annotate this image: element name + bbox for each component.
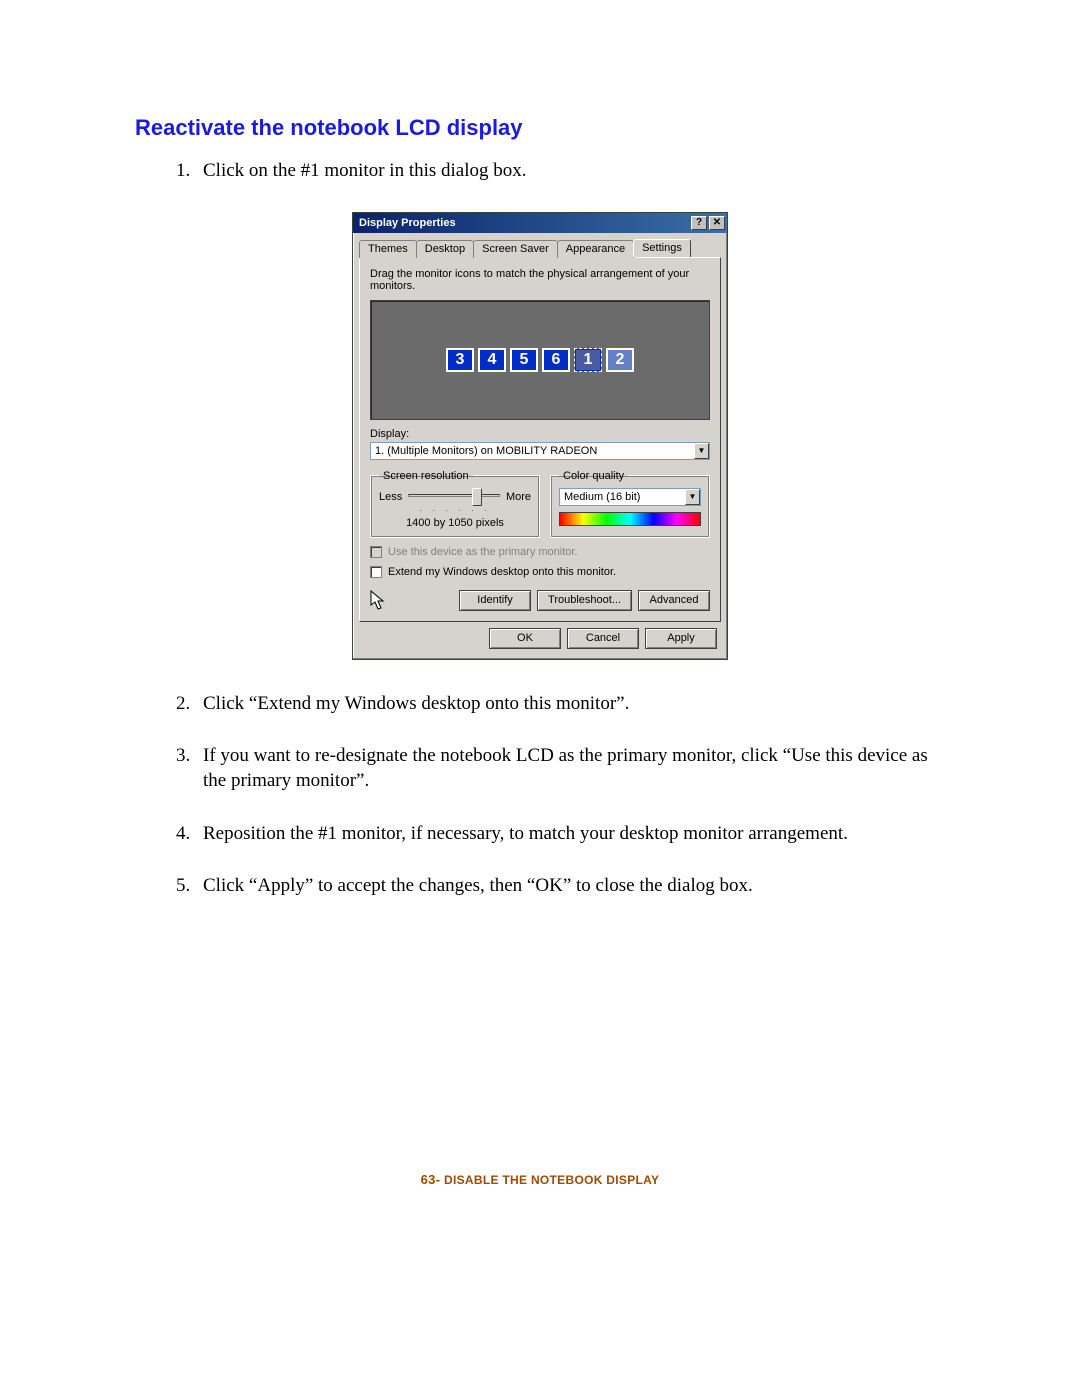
step-2: Click “Extend my Windows desktop onto th…	[195, 692, 945, 717]
advanced-button[interactable]: Advanced	[638, 590, 710, 611]
footer-first-letter: D	[444, 1173, 453, 1187]
resolution-slider[interactable]	[408, 488, 500, 506]
display-dropdown-value: 1. (Multiple Monitors) on MOBILITY RADEO…	[375, 445, 597, 457]
extend-desktop-checkbox-row[interactable]: Extend my Windows desktop onto this moni…	[370, 566, 710, 578]
settings-panel: Drag the monitor icons to match the phys…	[359, 257, 721, 622]
tab-appearance[interactable]: Appearance	[557, 240, 634, 258]
color-spectrum	[559, 512, 701, 526]
dialog-figure: Display Properties ? ✕ Themes Desktop Sc…	[135, 212, 945, 660]
ok-button[interactable]: OK	[489, 628, 561, 649]
extend-desktop-label: Extend my Windows desktop onto this moni…	[388, 566, 616, 578]
chevron-down-icon: ▼	[685, 489, 700, 505]
window-title: Display Properties	[359, 217, 689, 229]
step-1: Click on the #1 monitor in this dialog b…	[195, 159, 945, 184]
resolution-value: 1400 by 1050 pixels	[379, 517, 531, 529]
slider-more-label: More	[506, 491, 531, 503]
display-dropdown[interactable]: 1. (Multiple Monitors) on MOBILITY RADEO…	[370, 442, 710, 460]
primary-monitor-checkbox-row: Use this device as the primary monitor.	[370, 546, 710, 558]
monitor-icon-6[interactable]: 6	[542, 348, 570, 372]
apply-button[interactable]: Apply	[645, 628, 717, 649]
troubleshoot-button[interactable]: Troubleshoot...	[537, 590, 632, 611]
section-heading: Reactivate the notebook LCD display	[135, 115, 945, 141]
identify-button[interactable]: Identify	[459, 590, 531, 611]
page-number: 63-	[421, 1172, 441, 1187]
step-4: Reposition the #1 monitor, if necessary,…	[195, 822, 945, 847]
monitor-icon-1-selected[interactable]: 1	[574, 348, 602, 372]
primary-monitor-label: Use this device as the primary monitor.	[388, 546, 578, 558]
titlebar: Display Properties ? ✕	[353, 213, 727, 233]
display-label: Display:	[370, 428, 710, 440]
steps-list: Click on the #1 monitor in this dialog b…	[135, 159, 945, 184]
chevron-down-icon: ▼	[694, 443, 709, 459]
color-quality-group: Color quality Medium (16 bit) ▼	[550, 470, 710, 538]
screen-resolution-group: Screen resolution Less More · · · · · · …	[370, 470, 540, 538]
step-5: Click “Apply” to accept the changes, the…	[195, 874, 945, 899]
steps-list-cont: Click “Extend my Windows desktop onto th…	[135, 692, 945, 899]
slider-ticks: · · · · · ·	[379, 506, 531, 515]
close-button[interactable]: ✕	[709, 216, 725, 230]
color-quality-legend: Color quality	[559, 470, 628, 482]
cursor-icon	[370, 590, 388, 610]
screen-resolution-legend: Screen resolution	[379, 470, 473, 482]
cancel-button[interactable]: Cancel	[567, 628, 639, 649]
step-3: If you want to re-designate the notebook…	[195, 744, 945, 793]
tab-desktop[interactable]: Desktop	[416, 240, 474, 258]
settings-instruction: Drag the monitor icons to match the phys…	[370, 268, 710, 292]
extend-desktop-checkbox[interactable]	[370, 566, 382, 578]
color-quality-value: Medium (16 bit)	[564, 491, 640, 503]
monitor-icon-2[interactable]: 2	[606, 348, 634, 372]
monitor-arrangement-area[interactable]: 3 4 5 6 1 2	[370, 300, 710, 420]
slider-thumb[interactable]	[472, 488, 482, 506]
color-quality-dropdown[interactable]: Medium (16 bit) ▼	[559, 488, 701, 506]
footer-rest: ISABLE THE NOTEBOOK DISPLAY	[453, 1173, 659, 1187]
tab-row: Themes Desktop Screen Saver Appearance S…	[353, 233, 727, 257]
page-footer: 63- DISABLE THE NOTEBOOK DISPLAY	[0, 1172, 1080, 1187]
monitor-icon-4[interactable]: 4	[478, 348, 506, 372]
monitor-icon-3[interactable]: 3	[446, 348, 474, 372]
tab-themes[interactable]: Themes	[359, 240, 417, 258]
monitor-icon-5[interactable]: 5	[510, 348, 538, 372]
help-button[interactable]: ?	[691, 216, 707, 230]
slider-less-label: Less	[379, 491, 402, 503]
primary-monitor-checkbox	[370, 546, 382, 558]
tab-screensaver[interactable]: Screen Saver	[473, 240, 558, 258]
display-properties-dialog: Display Properties ? ✕ Themes Desktop Sc…	[352, 212, 728, 660]
tab-settings[interactable]: Settings	[633, 239, 691, 257]
